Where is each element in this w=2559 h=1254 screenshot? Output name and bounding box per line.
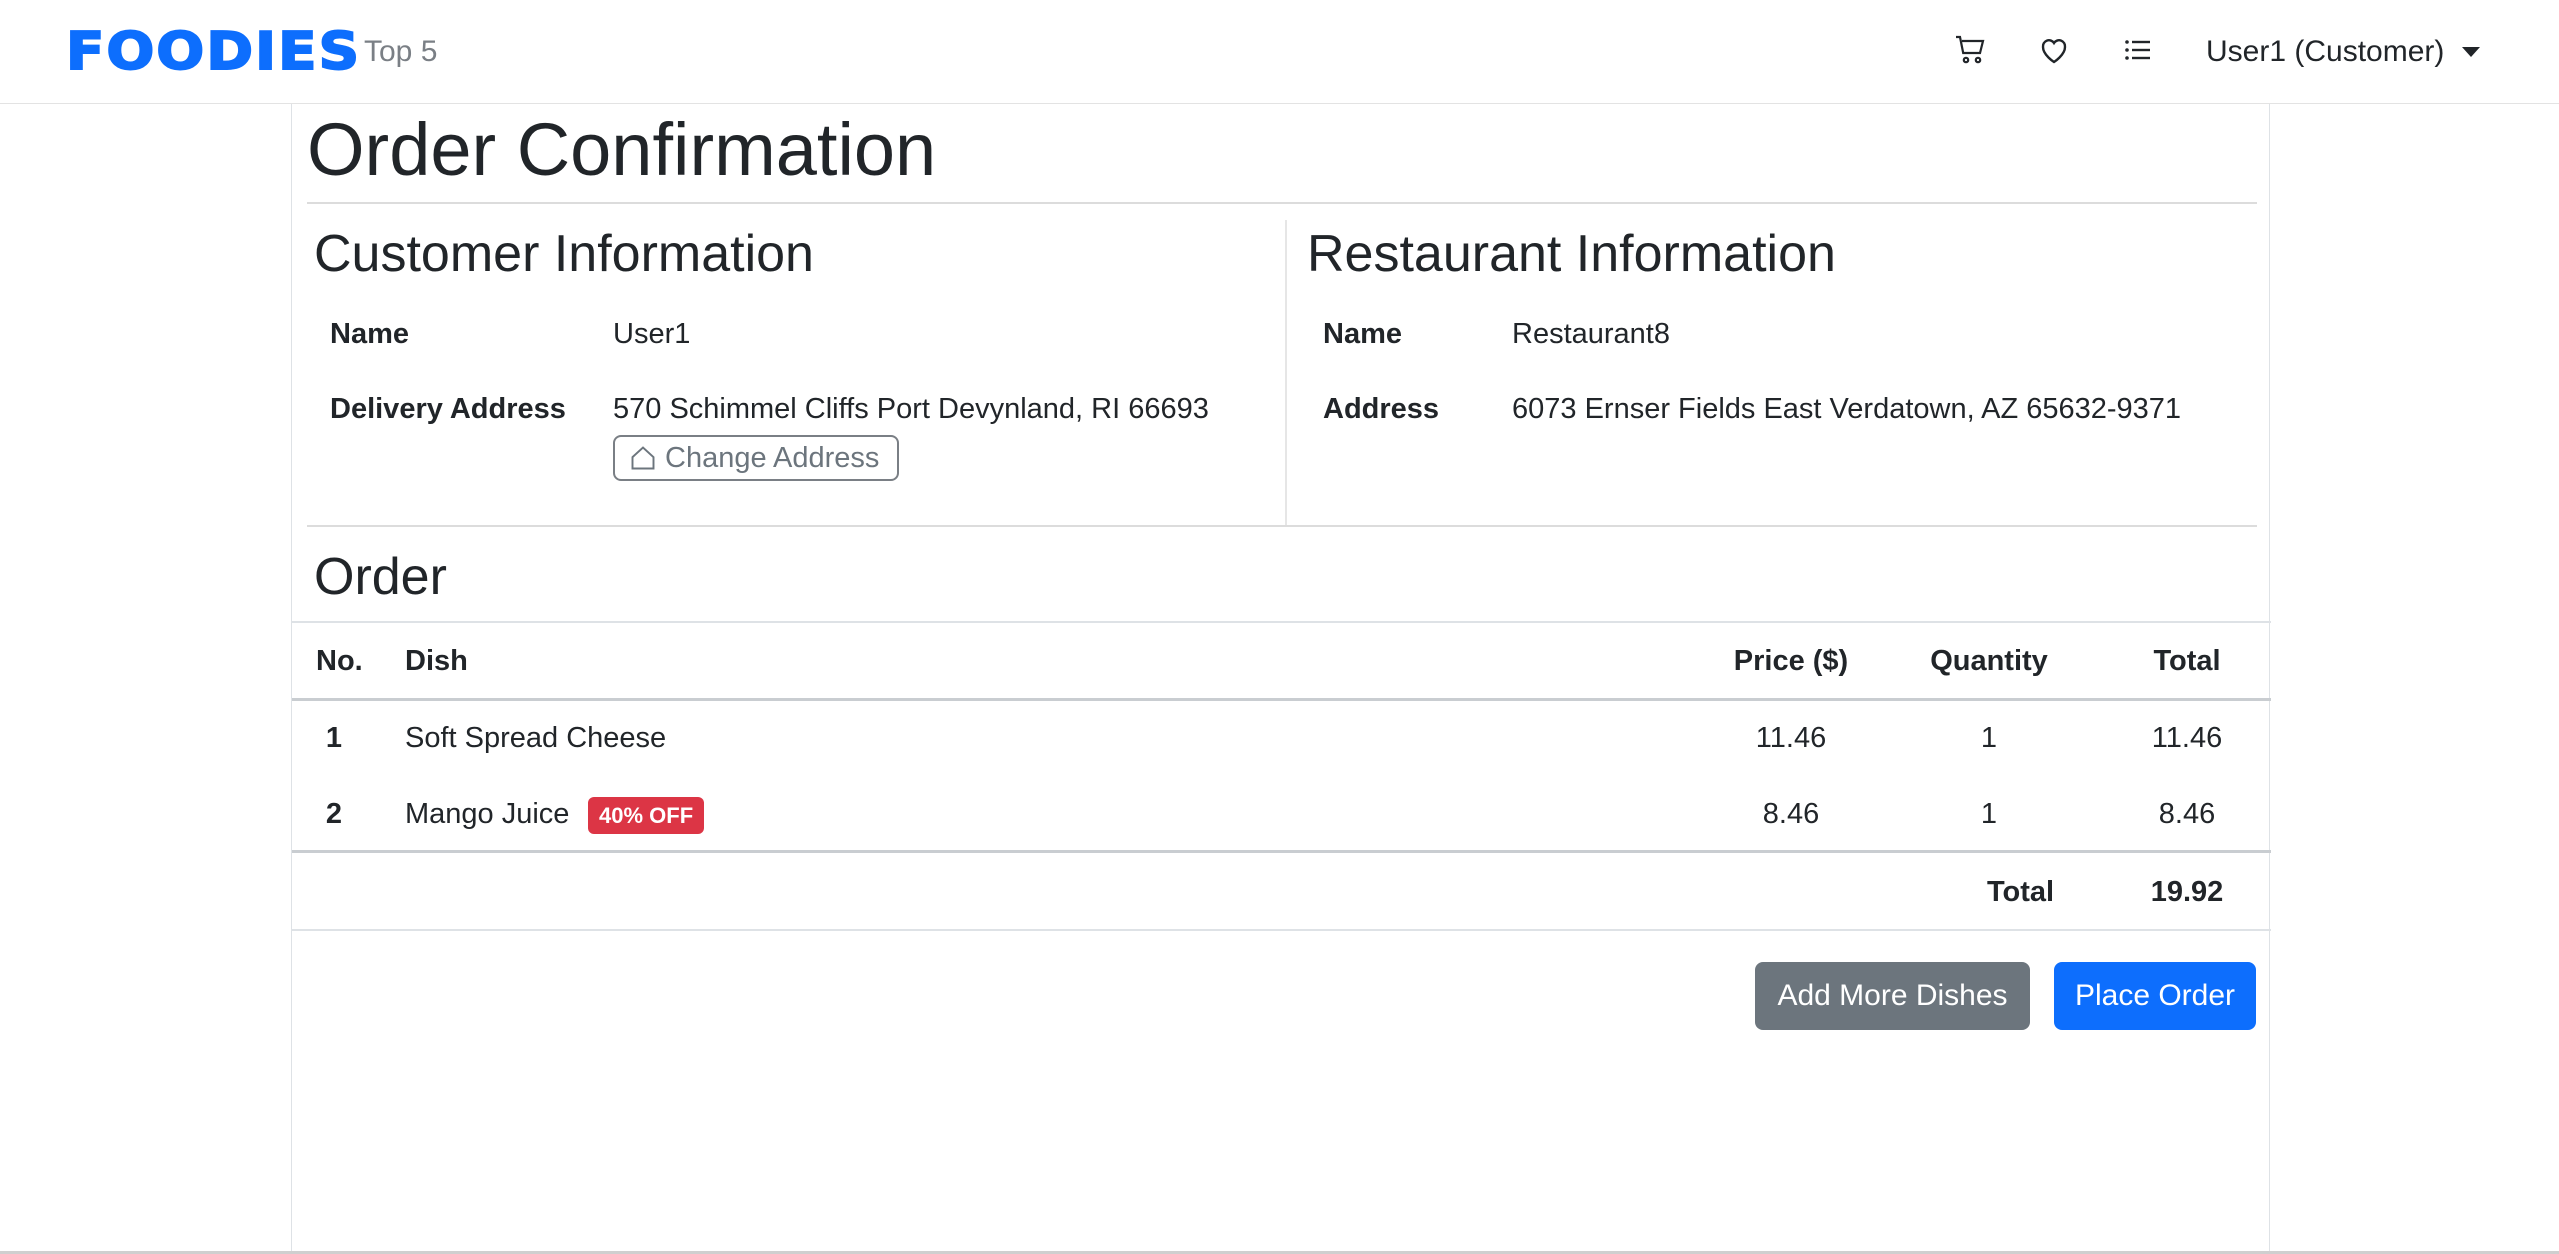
- brand-text: FOODIES: [65, 22, 362, 82]
- restaurant-address-value: 6073 Ernser Fields East Verdatown, AZ 65…: [1512, 393, 2182, 425]
- column-header-no: No.: [316, 645, 363, 677]
- brand-logo[interactable]: FOODIES: [65, 22, 360, 82]
- order-total-label: Total: [1987, 876, 2055, 908]
- table-footer-border: [292, 850, 2271, 853]
- column-header-quantity: Quantity: [1930, 645, 2048, 677]
- discount-badge: 40% OFF: [588, 797, 705, 834]
- table-header-border: [292, 698, 2271, 701]
- order-heading: Order: [314, 548, 447, 606]
- main-container: Order Confirmation Customer Information …: [291, 104, 2271, 1254]
- column-header-total: Total: [2153, 645, 2221, 677]
- list-icon[interactable]: [2118, 30, 2158, 70]
- delivery-address-value: 570 Schimmel Cliffs Port Devynland, RI 6…: [613, 393, 1209, 425]
- dish-name: Mango Juice: [405, 798, 570, 830]
- change-address-label: Change Address: [665, 441, 880, 474]
- info-divider: [307, 525, 2257, 527]
- heart-icon[interactable]: [2034, 30, 2074, 70]
- nav-link-top5[interactable]: Top 5: [364, 32, 437, 72]
- user-menu-label: User1 (Customer): [2206, 35, 2445, 68]
- customer-name-value: User1: [613, 318, 691, 350]
- order-total-value: 19.92: [2150, 876, 2224, 908]
- customer-info-heading: Customer Information: [314, 225, 814, 283]
- restaurant-name-value: Restaurant8: [1512, 318, 1670, 350]
- row-number: 2: [325, 798, 343, 830]
- info-column-divider: [1285, 220, 1287, 526]
- change-address-button[interactable]: Change Address: [613, 435, 899, 481]
- row-number: 1: [325, 722, 343, 754]
- dish-total: 8.46: [2158, 798, 2216, 830]
- table-top-border: [292, 621, 2271, 623]
- column-header-price: Price ($): [1733, 645, 1849, 677]
- restaurant-address-label: Address: [1323, 393, 1440, 425]
- caret-down-icon: [2462, 47, 2481, 57]
- dish-quantity: 1: [1980, 722, 1998, 754]
- restaurant-info-heading: Restaurant Information: [1307, 225, 1836, 283]
- cart-icon[interactable]: [1950, 30, 1990, 70]
- user-menu-dropdown[interactable]: User1 (Customer): [2206, 32, 2481, 72]
- dish-price: 8.46: [1762, 798, 1820, 830]
- customer-name-label: Name: [330, 318, 409, 350]
- add-more-dishes-button[interactable]: Add More Dishes: [1755, 962, 2030, 1030]
- restaurant-name-label: Name: [1323, 318, 1402, 350]
- dish-quantity: 1: [1980, 798, 1998, 830]
- page-title: Order Confirmation: [307, 108, 937, 191]
- dish-price: 11.46: [1755, 722, 1827, 754]
- navbar: FOODIES Top 5 User1 (Customer): [0, 0, 2559, 104]
- table-bottom-border: [292, 929, 2271, 931]
- place-order-button[interactable]: Place Order: [2054, 962, 2256, 1030]
- delivery-address-label: Delivery Address: [330, 393, 566, 425]
- column-header-dish: Dish: [405, 645, 468, 677]
- house-icon: [631, 446, 655, 470]
- dish-total: 11.46: [2151, 722, 2223, 754]
- dish-name: Soft Spread Cheese: [405, 722, 667, 754]
- title-divider: [307, 202, 2257, 204]
